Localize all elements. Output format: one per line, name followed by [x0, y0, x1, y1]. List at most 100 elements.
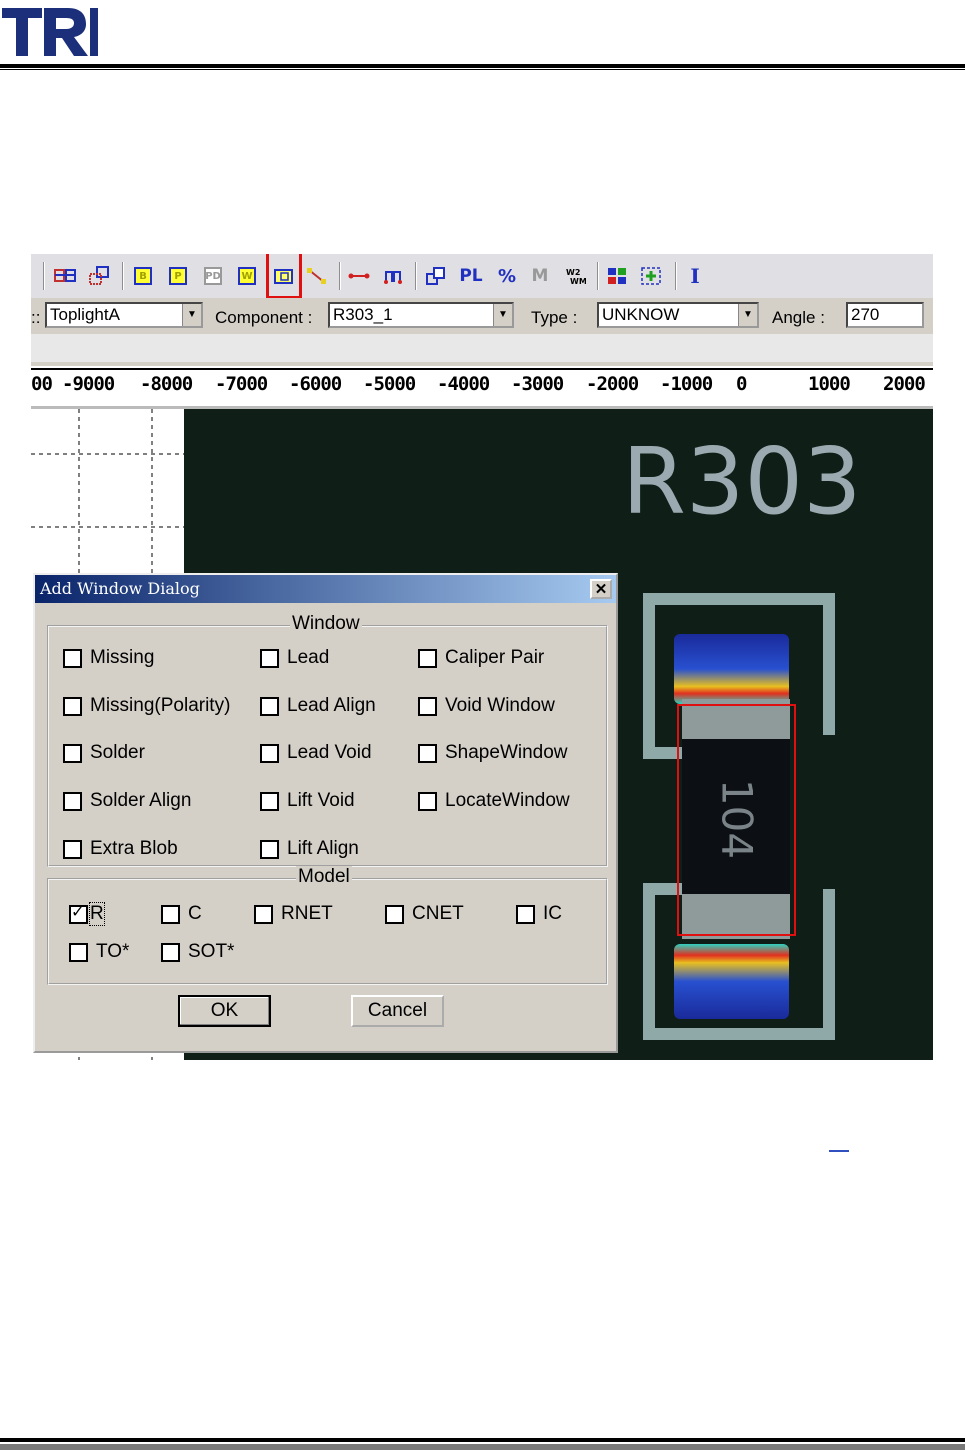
footer-rule	[0, 1438, 965, 1442]
checkbox-icon[interactable]	[385, 904, 404, 924]
checkbox-missing[interactable]: Missing	[63, 647, 154, 669]
checkbox-icon[interactable]	[260, 791, 279, 811]
checkbox-model-rnet[interactable]: RNET	[254, 903, 333, 925]
ruler-tick: 00	[31, 373, 53, 395]
checkbox-lead-void[interactable]: Lead Void	[260, 742, 372, 764]
checkbox-icon[interactable]	[63, 648, 82, 668]
checkbox-icon[interactable]	[260, 696, 279, 716]
checkbox-model-c[interactable]: C	[161, 903, 202, 925]
body-window-button[interactable]: B	[131, 264, 155, 288]
component-marking: 104	[713, 779, 762, 859]
checkbox-icon[interactable]	[69, 942, 88, 962]
model-group-title: Model	[296, 866, 352, 888]
ruler-tick: -1000	[660, 373, 713, 395]
checkbox-label: RNET	[281, 903, 333, 924]
checkbox-icon[interactable]	[63, 791, 82, 811]
properties-bar: :: ToplightA ▼ Component : R303_1 ▼ Type…	[31, 298, 933, 334]
ok-button[interactable]: OK	[178, 995, 271, 1027]
checkbox-icon[interactable]	[63, 696, 82, 716]
measure-horizontal-icon[interactable]	[347, 264, 371, 288]
wm-icon[interactable]: W2 WM	[563, 264, 587, 288]
checkbox-void-window[interactable]: Void Window	[418, 695, 555, 717]
chevron-down-icon[interactable]: ▼	[493, 304, 512, 326]
checkbox-missing-polarity[interactable]: Missing(Polarity)	[63, 695, 230, 717]
checkbox-lift-void[interactable]: Lift Void	[260, 790, 355, 812]
checkbox-icon[interactable]	[254, 904, 273, 924]
angle-input[interactable]: 270	[846, 302, 924, 328]
checkbox-icon[interactable]	[260, 648, 279, 668]
toolbar-separator	[415, 262, 417, 290]
checkbox-model-sot[interactable]: SOT*	[161, 941, 234, 963]
pad-window-button[interactable]: P	[166, 264, 190, 288]
toolbar-separator	[339, 262, 341, 290]
checkbox-icon[interactable]	[260, 743, 279, 763]
light-source-combo[interactable]: ToplightA ▼	[45, 302, 203, 328]
checkbox-label: CNET	[412, 903, 464, 924]
checkbox-icon[interactable]	[418, 743, 437, 763]
window-properties-icon[interactable]	[424, 264, 448, 288]
copy-window-icon[interactable]	[87, 264, 111, 288]
checkbox-icon[interactable]	[63, 743, 82, 763]
zoom-add-icon[interactable]	[639, 264, 663, 288]
toolbar-separator	[675, 262, 677, 290]
type-label: Type :	[531, 308, 578, 327]
checkbox-solder[interactable]: Solder	[63, 742, 145, 764]
checkbox-model-ic[interactable]: IC	[516, 903, 562, 925]
link-underline[interactable]	[829, 1150, 849, 1152]
checkbox-label: Lift Void	[287, 790, 355, 811]
close-icon[interactable]: ✕	[590, 579, 612, 599]
checkbox-model-r[interactable]: R	[69, 902, 105, 926]
percent-button[interactable]: %	[495, 264, 519, 288]
checkbox-extra-blob[interactable]: Extra Blob	[63, 838, 178, 860]
type-combo[interactable]: UNKNOW ▼	[597, 302, 759, 328]
ruler-tick: -2000	[586, 373, 639, 395]
checkbox-icon[interactable]	[418, 648, 437, 668]
chevron-down-icon[interactable]: ▼	[738, 304, 757, 326]
checkbox-shape-window[interactable]: ShapeWindow	[418, 742, 568, 764]
checkbox-solder-align[interactable]: Solder Align	[63, 790, 191, 812]
checkbox-icon[interactable]	[63, 839, 82, 859]
checkbox-label: LocateWindow	[445, 790, 570, 811]
m-button[interactable]: M	[528, 264, 552, 288]
light-label-fragment: ::	[31, 308, 41, 327]
checkbox-locate-window[interactable]: LocateWindow	[418, 790, 570, 812]
light-source-value: ToplightA	[50, 305, 120, 324]
checkbox-icon[interactable]	[161, 942, 180, 962]
toolbar-separator	[43, 262, 45, 290]
w-window-button[interactable]: W	[235, 264, 259, 288]
component-combo[interactable]: R303_1 ▼	[328, 302, 514, 328]
ruler-tick: 1000	[808, 373, 851, 395]
checkbox-label: Extra Blob	[90, 838, 178, 859]
checkbox-icon[interactable]	[418, 696, 437, 716]
highlight-box	[266, 254, 302, 299]
checkbox-icon[interactable]	[418, 791, 437, 811]
checkbox-label: C	[188, 903, 202, 924]
checkbox-label: Lead Void	[287, 742, 372, 763]
dialog-title-bar[interactable]: Add Window Dialog ✕	[35, 575, 616, 603]
tri-logo	[0, 2, 110, 58]
checkbox-model-cnet[interactable]: CNET	[385, 903, 464, 925]
pd-window-button[interactable]: PD	[201, 264, 225, 288]
grid-layout-icon[interactable]	[53, 264, 77, 288]
text-cursor-button[interactable]: I	[683, 264, 707, 288]
checkbox-icon[interactable]	[161, 904, 180, 924]
color-select-icon[interactable]	[605, 264, 629, 288]
ruler-tick: 0	[736, 373, 747, 395]
checkbox-label: Missing	[90, 647, 155, 668]
checkbox-lead-align[interactable]: Lead Align	[260, 695, 376, 717]
checkbox-caliper-pair[interactable]: Caliper Pair	[418, 647, 544, 669]
measure-vertical-icon[interactable]	[381, 264, 405, 288]
chevron-down-icon[interactable]: ▼	[182, 304, 201, 326]
checkbox-checked-icon[interactable]	[69, 902, 88, 924]
checkbox-model-to[interactable]: TO*	[69, 941, 129, 963]
checkbox-icon[interactable]	[260, 839, 279, 859]
svg-text:W2: W2	[566, 268, 580, 277]
checkbox-icon[interactable]	[516, 904, 535, 924]
pl-button[interactable]: PL	[459, 264, 483, 288]
checkbox-label: IC	[543, 903, 562, 924]
checkbox-lift-align[interactable]: Lift Align	[260, 838, 359, 860]
checkbox-lead[interactable]: Lead	[260, 647, 329, 669]
checkbox-label: Solder Align	[90, 790, 192, 811]
connect-icon[interactable]	[305, 264, 329, 288]
cancel-button[interactable]: Cancel	[351, 995, 444, 1027]
